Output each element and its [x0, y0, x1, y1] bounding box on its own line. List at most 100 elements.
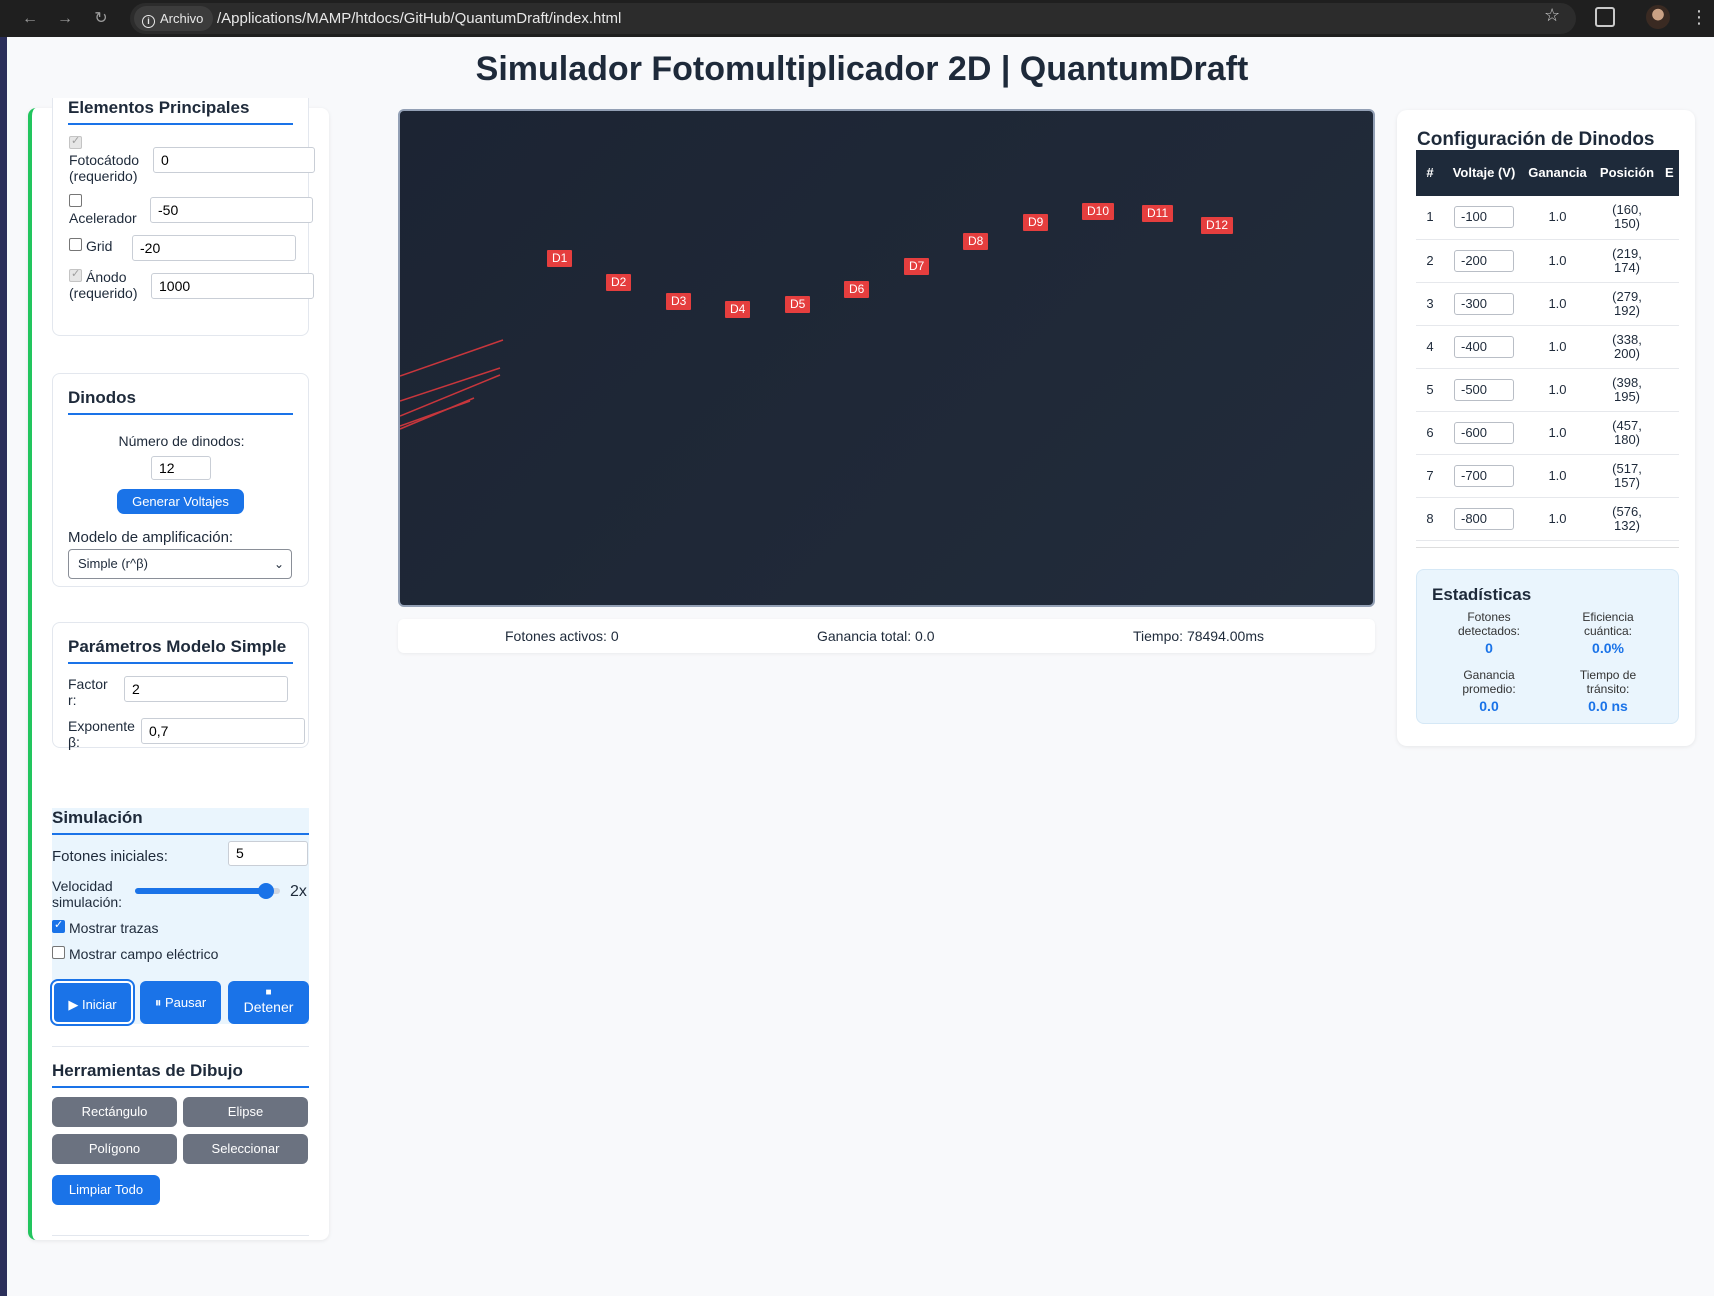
photons-detected-value: 0: [1485, 640, 1493, 656]
photocathode-checkbox[interactable]: [69, 134, 82, 149]
extensions-icon[interactable]: [1595, 7, 1615, 27]
dynode-voltage-input[interactable]: -600: [1454, 421, 1514, 444]
bookmark-star-icon[interactable]: ☆: [1544, 5, 1560, 26]
table-row: 3 -300 1.0 (279, 192): [1416, 282, 1679, 326]
dynode-position: (576, 132): [1591, 497, 1663, 541]
pause-button[interactable]: ⏸ Pausar: [140, 981, 221, 1024]
url-text[interactable]: /Applications/MAMP/htdocs/GitHub/Quantum…: [217, 3, 621, 34]
dynode-table-container[interactable]: # Voltaje (V) Ganancia Posición E 1 -100 1…: [1416, 150, 1679, 548]
total-gain-status: Ganancia total: 0.0: [817, 628, 935, 644]
dynode-marker[interactable]: D6: [844, 281, 870, 298]
dynodes-card: Dinodos Número de dinodos: 12 Generar Vo…: [52, 373, 309, 587]
speed-slider-handle[interactable]: [257, 883, 274, 899]
dynode-gain: 1.0: [1524, 239, 1591, 283]
dynode-marker[interactable]: D10: [1082, 203, 1115, 220]
grid-voltage-input[interactable]: -20: [132, 235, 296, 261]
status-bar: Fotones activos: 0 Ganancia total: 0.0 T…: [398, 619, 1375, 653]
dynode-voltage-input[interactable]: -500: [1454, 378, 1514, 401]
accelerator-voltage-input[interactable]: -50: [150, 197, 313, 223]
photon-trace: [400, 339, 504, 377]
site-info-chip[interactable]: i Archivo: [134, 6, 214, 31]
transit-time-stat: Tiempo de tránsito: 0.0 ns: [1548, 668, 1668, 713]
dynode-position: (219, 174): [1591, 239, 1663, 283]
table-row: 7 -700 1.0 (517, 157): [1416, 454, 1679, 498]
table-row: 2 -200 1.0 (219, 174): [1416, 239, 1679, 283]
elements-title: Elementos Principales: [68, 98, 293, 125]
back-icon[interactable]: ←: [18, 7, 42, 31]
dynode-marker[interactable]: D4: [725, 301, 751, 318]
dynode-extra: [1663, 239, 1679, 283]
dynode-gain: 1.0: [1524, 325, 1591, 369]
simulation-panel: Simulación Fotones iniciales: 5 Velocida…: [50, 808, 309, 1026]
accelerator-checkbox[interactable]: [69, 194, 82, 207]
header-gain: Ganancia: [1524, 150, 1591, 196]
generate-voltages-button[interactable]: Generar Voltajes: [117, 489, 244, 514]
dynode-marker[interactable]: D11: [1142, 205, 1174, 222]
dynode-marker[interactable]: D7: [904, 258, 930, 275]
select-tool-button[interactable]: Seleccionar: [183, 1134, 308, 1164]
anode-required: (requerido): [69, 285, 138, 301]
browser-menu-icon[interactable]: ⋮: [1690, 5, 1708, 29]
speed-value: 2x: [290, 883, 307, 900]
accelerator-label: Acelerador: [69, 210, 137, 226]
simple-model-title: Parámetros Modelo Simple: [68, 637, 293, 664]
dynode-marker[interactable]: D1: [547, 250, 573, 267]
dynode-count-label: Número de dinodos:: [118, 433, 245, 449]
dynode-voltage-input[interactable]: -700: [1454, 464, 1514, 487]
address-bar[interactable]: i Archivo /Applications/MAMP/htdocs/GitHu…: [130, 3, 1576, 34]
dynode-voltage-input[interactable]: -800: [1454, 507, 1514, 530]
polygon-tool-button[interactable]: Polígono: [52, 1134, 177, 1164]
transit-time-value: 0.0 ns: [1588, 698, 1628, 714]
dynode-position: (517, 157): [1591, 454, 1663, 498]
stop-button[interactable]: ■ Detener: [228, 981, 309, 1024]
table-row: 1 -100 1.0 (160, 150): [1416, 196, 1679, 240]
dynode-marker[interactable]: D5: [785, 296, 811, 313]
speed-slider-track[interactable]: [135, 883, 280, 899]
show-field-checkbox[interactable]: [52, 946, 65, 959]
photons-detected-stat: Fotones detectados: 0: [1429, 610, 1549, 655]
ellipse-tool-button[interactable]: Elipse: [183, 1097, 308, 1127]
dynode-position: (338, 200): [1591, 325, 1663, 369]
anode-voltage-input[interactable]: 1000: [151, 273, 314, 299]
dynode-marker[interactable]: D2: [606, 274, 632, 291]
dynode-gain: 1.0: [1524, 454, 1591, 498]
dynode-position: (457, 180): [1591, 411, 1663, 455]
amplification-model-label: Modelo de amplificación:: [68, 529, 234, 546]
dynode-voltage-input[interactable]: -300: [1454, 292, 1514, 315]
factor-r-input[interactable]: 2: [124, 676, 288, 702]
grid-checkbox[interactable]: [69, 238, 82, 251]
dynode-position: (398, 195): [1591, 368, 1663, 412]
clear-all-button[interactable]: Limpiar Todo: [52, 1175, 160, 1205]
header-extra: E: [1663, 150, 1679, 196]
dynode-marker[interactable]: D8: [963, 233, 989, 250]
dynode-marker[interactable]: D3: [666, 293, 692, 310]
exponent-beta-input[interactable]: 0,7: [141, 718, 305, 744]
start-button[interactable]: ▶ Iniciar: [50, 979, 135, 1026]
reload-icon[interactable]: ↻: [89, 7, 113, 31]
dynode-marker[interactable]: D12: [1201, 217, 1234, 234]
dynode-config-panel: Configuración de Dinodos # Voltaje (V) G…: [1397, 110, 1695, 746]
amplification-model-select[interactable]: Simple (r^β) ⌄: [68, 549, 292, 579]
dynode-gain: 1.0: [1524, 368, 1591, 412]
dynode-count-input[interactable]: 12: [151, 456, 211, 480]
simulation-canvas[interactable]: D1 D2 D3 D4 D5 D6 D7 D8 D9 D10 D11 D12: [398, 109, 1375, 607]
dynode-voltage-input[interactable]: -100: [1454, 206, 1514, 229]
grid-label: Grid: [86, 238, 113, 254]
quantum-efficiency-stat: Eficiencia cuántica: 0.0%: [1548, 610, 1668, 655]
dynode-voltage-input[interactable]: -200: [1454, 249, 1514, 272]
statistics-card: Estadísticas Fotones detectados: 0 Eficie…: [1416, 569, 1679, 724]
dynode-voltage-cell: -100: [1444, 196, 1524, 240]
initial-photons-input[interactable]: 5: [228, 841, 308, 866]
photocathode-voltage-input[interactable]: 0: [153, 147, 315, 173]
profile-avatar[interactable]: [1646, 5, 1670, 29]
anode-checkbox[interactable]: [69, 267, 82, 282]
dynode-marker[interactable]: D9: [1023, 214, 1049, 231]
dynode-voltage-cell: -200: [1444, 239, 1524, 283]
photon-traces: [400, 339, 504, 430]
forward-icon[interactable]: →: [53, 7, 77, 31]
average-gain-stat: Ganancia promedio: 0.0: [1429, 668, 1549, 713]
rectangle-tool-button[interactable]: Rectángulo: [52, 1097, 177, 1127]
dynodes-title: Dinodos: [68, 388, 293, 415]
show-traces-checkbox[interactable]: [52, 918, 65, 933]
dynode-voltage-input[interactable]: -400: [1454, 335, 1514, 358]
